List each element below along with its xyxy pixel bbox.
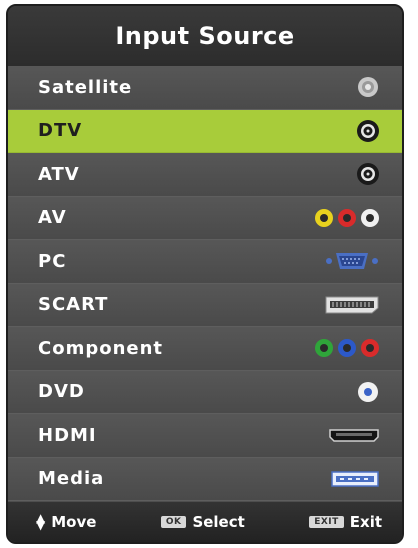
source-item-label: SCART — [38, 294, 109, 316]
select-hint: OK Select — [160, 513, 245, 531]
source-list: Satellite DTV ATV AV PC SCART Component … — [8, 66, 402, 501]
source-item-label: DTV — [38, 120, 83, 142]
title-bar: Input Source — [8, 6, 402, 66]
scart-port-icon — [324, 294, 380, 316]
source-item-label: PC — [38, 250, 67, 272]
source-item-atv[interactable]: ATV — [8, 153, 402, 197]
source-item-label: ATV — [38, 163, 80, 185]
source-item-scart[interactable]: SCART — [8, 283, 402, 327]
satellite-port-icon — [356, 75, 380, 99]
antenna-port-icon — [356, 162, 380, 186]
source-item-label: Media — [38, 468, 105, 490]
component-port-icon — [314, 338, 380, 358]
source-item-av[interactable]: AV — [8, 196, 402, 240]
move-label: Move — [51, 513, 97, 531]
source-item-label: Component — [38, 337, 164, 359]
usb-port-icon — [330, 470, 380, 488]
source-item-component[interactable]: Component — [8, 327, 402, 371]
vga-port-icon — [324, 250, 380, 272]
exit-label: Exit — [349, 513, 382, 531]
source-item-hdmi[interactable]: HDMI — [8, 414, 402, 458]
footer-hints: ▲ ▼ Move OK Select EXIT Exit — [8, 502, 402, 542]
source-item-label: HDMI — [38, 424, 97, 446]
source-item-dvd[interactable]: DVD — [8, 370, 402, 414]
source-item-satellite[interactable]: Satellite — [8, 66, 402, 110]
ok-key-icon: OK — [160, 516, 187, 528]
dvd-port-icon — [356, 380, 380, 404]
composite-av-icon — [314, 208, 380, 228]
menu-title: Input Source — [115, 22, 295, 50]
input-source-menu: Input Source Satellite DTV ATV AV PC SCA… — [6, 4, 404, 544]
source-item-label: AV — [38, 207, 67, 229]
source-item-label: DVD — [38, 381, 85, 403]
source-item-label: Satellite — [38, 76, 133, 98]
exit-hint: EXIT Exit — [309, 513, 382, 531]
source-item-dtv[interactable]: DTV — [8, 109, 402, 153]
source-item-media[interactable]: Media — [8, 457, 402, 501]
move-hint: ▲ ▼ Move — [36, 511, 97, 532]
exit-key-icon: EXIT — [309, 516, 344, 528]
select-label: Select — [192, 513, 245, 531]
hdmi-port-icon — [328, 427, 380, 443]
up-down-arrows-icon: ▲ ▼ — [36, 511, 46, 532]
source-item-pc[interactable]: PC — [8, 240, 402, 284]
antenna-port-icon — [356, 119, 380, 143]
